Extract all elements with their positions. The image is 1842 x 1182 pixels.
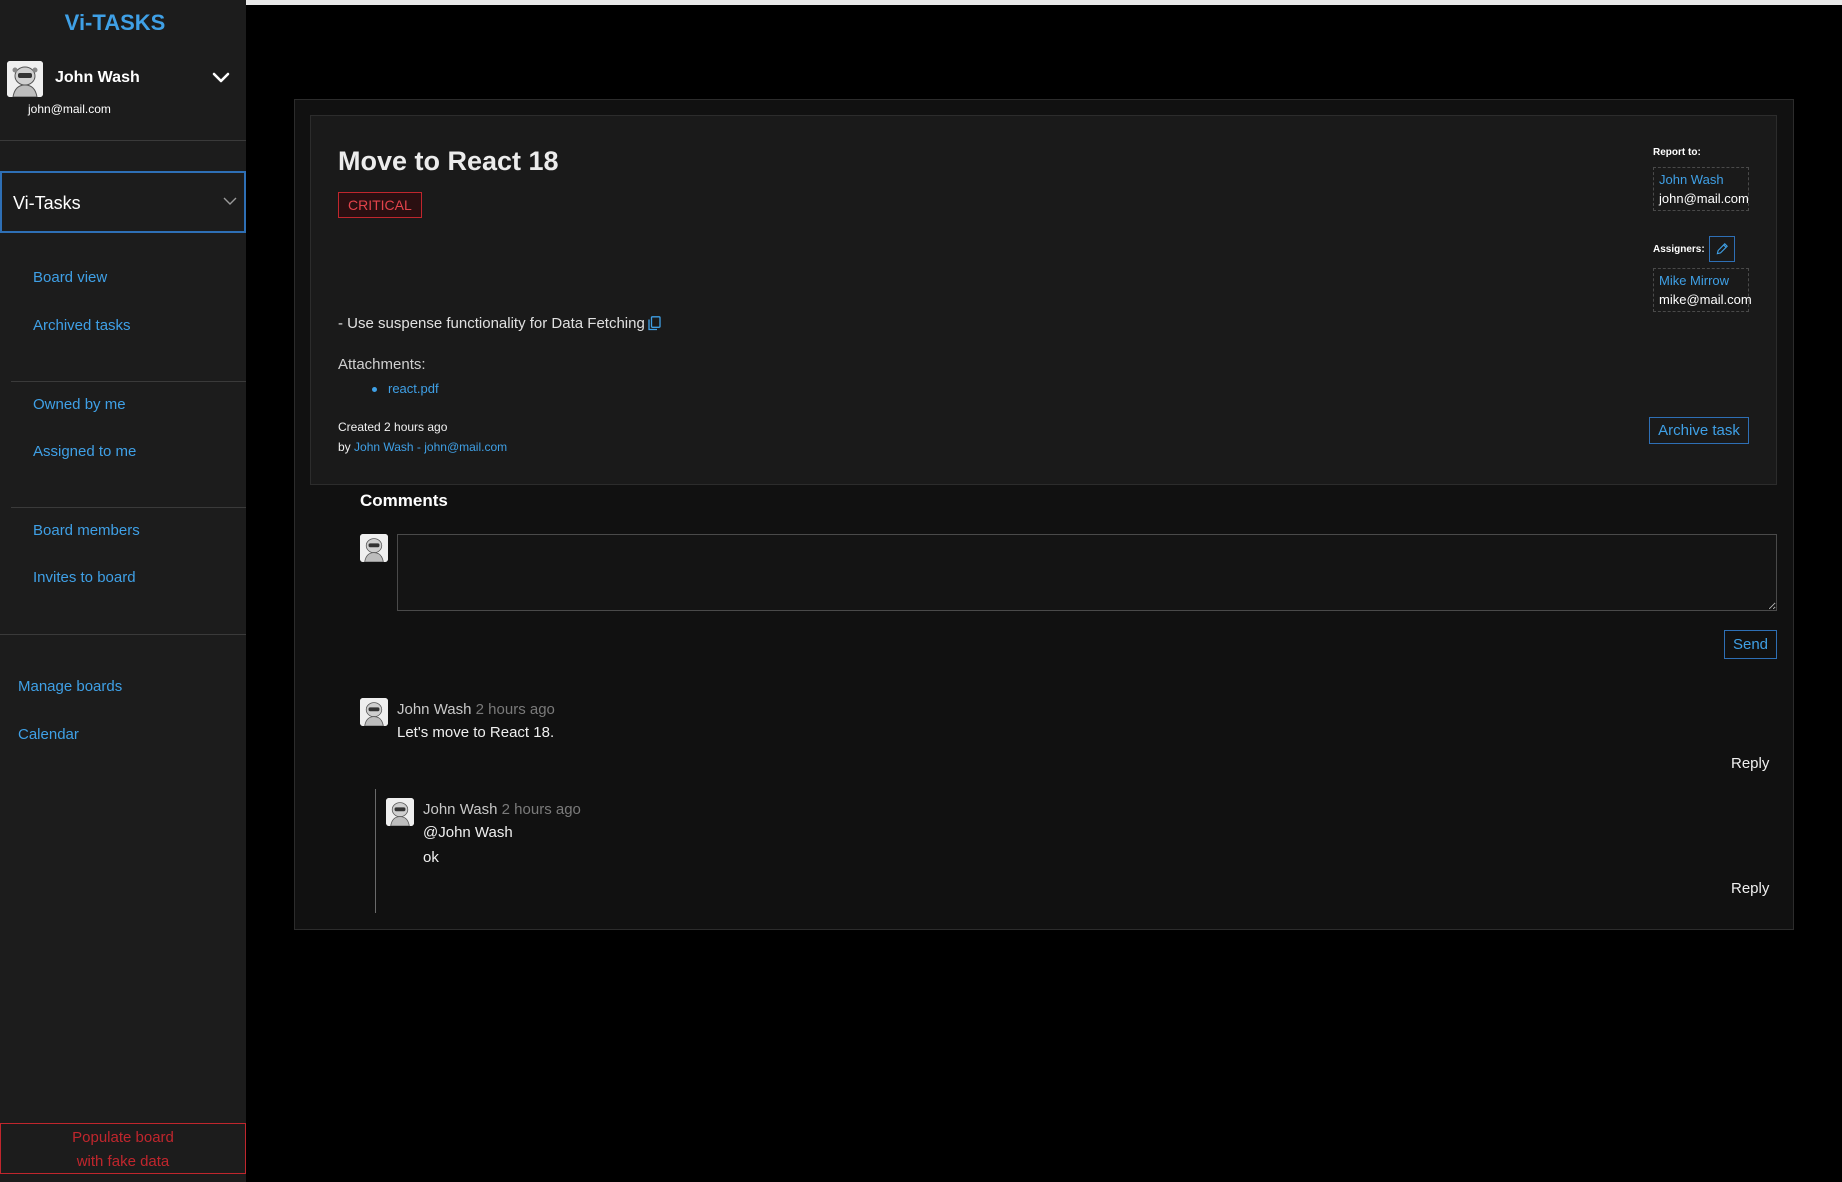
edit-assigners-button[interactable] <box>1709 236 1735 262</box>
nav-board-view[interactable]: Board view <box>33 269 107 286</box>
nav-board-members[interactable]: Board members <box>33 522 140 539</box>
reply-text: ok <box>423 849 439 866</box>
created-info: Created 2 hours ago <box>338 420 448 434</box>
reply-button[interactable]: Reply <box>1731 755 1769 772</box>
comment-author-avatar <box>360 698 388 726</box>
user-email: john@mail.com <box>28 102 111 116</box>
report-to-label: Report to: <box>1653 147 1701 158</box>
robot-avatar-icon <box>360 534 388 562</box>
reply-author-avatar <box>386 798 414 826</box>
assigner-user[interactable]: Mike Mirrow mike@mail.com <box>1653 268 1752 312</box>
comment-time: 2 hours ago <box>475 701 555 718</box>
nav-archived-tasks[interactable]: Archived tasks <box>33 317 131 334</box>
report-to-user[interactable]: John Wash john@mail.com <box>1653 167 1749 211</box>
archive-task-button[interactable]: Archive task <box>1649 417 1749 444</box>
comment-input[interactable] <box>397 534 1777 611</box>
robot-avatar-icon <box>7 61 43 97</box>
divider <box>0 140 246 141</box>
sidebar: Vi-TASKS John Wash john@mail.com Vi-Task… <box>0 0 246 1182</box>
created-by-prefix: by <box>338 440 355 454</box>
task-description: - Use suspense functionality for Data Fe… <box>338 315 645 332</box>
robot-avatar-icon <box>360 698 388 726</box>
assigners-label: Assigners: <box>1653 244 1705 255</box>
user-name: John Wash <box>55 69 140 86</box>
nav-owned-by-me[interactable]: Owned by me <box>33 396 126 413</box>
nav-manage-boards[interactable]: Manage boards <box>18 678 122 695</box>
reply-button[interactable]: Reply <box>1731 880 1769 897</box>
report-to-name[interactable]: John Wash <box>1659 170 1743 189</box>
priority-badge: CRITICAL <box>338 192 422 218</box>
populate-board-button[interactable]: Populate board with fake data <box>0 1123 246 1174</box>
created-by-link[interactable]: John Wash - john@mail.com <box>354 440 507 454</box>
board-select[interactable]: Vi-Tasks <box>0 171 246 233</box>
chevron-down-icon[interactable] <box>210 67 232 89</box>
chevron-down-icon <box>223 197 237 205</box>
user-menu[interactable]: John Wash <box>7 61 239 97</box>
copy-icon[interactable] <box>648 316 661 331</box>
divider <box>0 634 246 635</box>
populate-board-label-2: with fake data <box>76 1153 170 1170</box>
divider <box>11 507 246 508</box>
comment-author: John Wash <box>397 701 472 718</box>
reply-mention: @John Wash <box>423 824 513 841</box>
reply-thread-line <box>375 789 376 913</box>
robot-avatar-icon <box>386 798 414 826</box>
reply-header: John Wash 2 hours ago <box>423 801 581 818</box>
comments-title: Comments <box>360 491 448 510</box>
current-user-avatar <box>360 534 388 562</box>
app-brand[interactable]: Vi-TASKS <box>0 10 230 36</box>
user-avatar <box>7 61 43 97</box>
assigner-email: mike@mail.com <box>1659 292 1752 307</box>
top-border <box>0 0 1842 5</box>
divider <box>11 381 246 382</box>
attachment-link[interactable]: react.pdf <box>388 381 439 396</box>
attachments-label: Attachments: <box>338 356 426 373</box>
nav-calendar[interactable]: Calendar <box>18 726 79 743</box>
report-to-email: john@mail.com <box>1659 191 1749 206</box>
populate-board-label: Populate board <box>72 1129 174 1146</box>
reply-author: John Wash <box>423 801 498 818</box>
list-bullet <box>372 387 377 392</box>
reply-time: 2 hours ago <box>501 801 581 818</box>
assigner-name[interactable]: Mike Mirrow <box>1659 271 1743 290</box>
board-select-value: Vi-Tasks <box>13 193 81 213</box>
nav-invites-to-board[interactable]: Invites to board <box>33 569 136 586</box>
nav-assigned-to-me[interactable]: Assigned to me <box>33 443 136 460</box>
pencil-icon <box>1716 243 1728 255</box>
created-by: by John Wash - john@mail.com <box>338 440 507 454</box>
send-comment-button[interactable]: Send <box>1724 630 1777 659</box>
comment-text: Let's move to React 18. <box>397 724 555 741</box>
task-title: Move to React 18 <box>338 146 559 176</box>
comment-header: John Wash 2 hours ago <box>397 701 555 718</box>
